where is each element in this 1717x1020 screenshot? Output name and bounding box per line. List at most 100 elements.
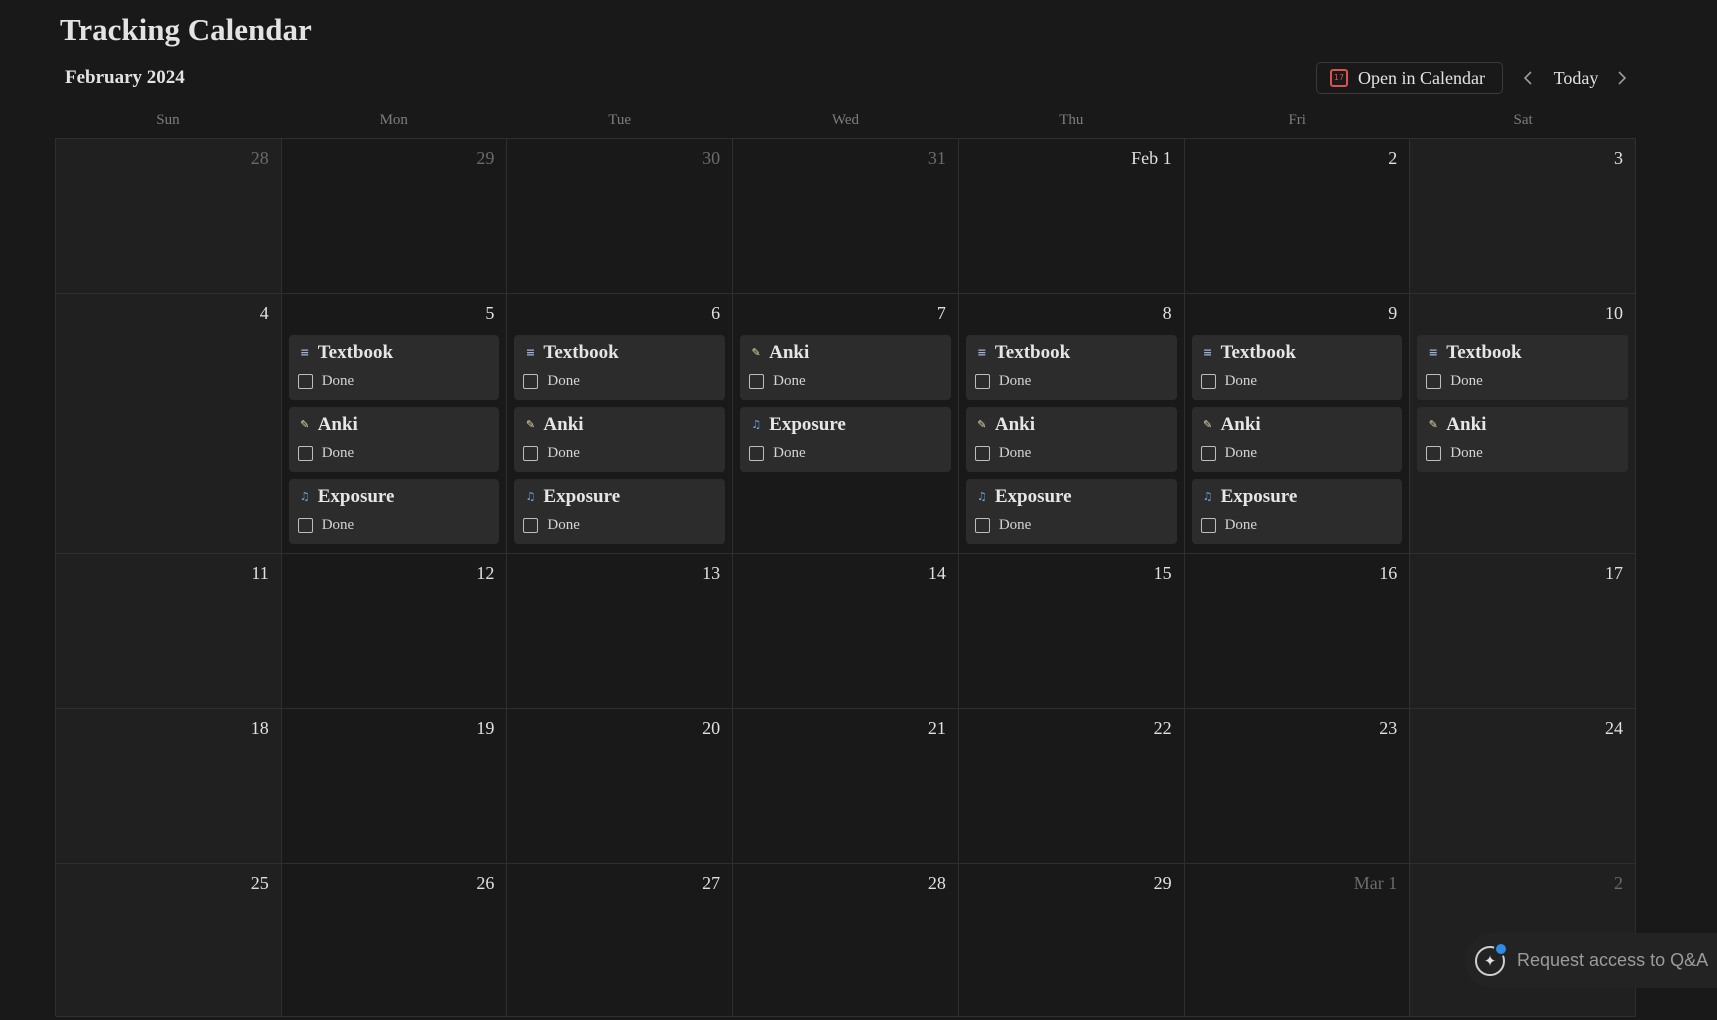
event-card[interactable]: ≡ Textbook Done	[1417, 335, 1628, 400]
weekday-header: Sun Mon Tue Wed Thu Fri Sat	[55, 108, 1636, 132]
event-card[interactable]: ✎ Anki Done	[965, 407, 1177, 472]
done-checkbox[interactable]	[1426, 373, 1442, 389]
day-number: 24	[1604, 718, 1623, 738]
day-cell[interactable]: 8 ≡ Textbook Done ✎ Anki Done ♫ Exposure Done	[958, 294, 1185, 554]
done-checkbox[interactable]	[1200, 373, 1216, 389]
day-cell[interactable]: 12	[281, 554, 508, 709]
event-list: ✎ Anki Done ♫ Exposure Done	[740, 335, 951, 472]
books-icon: ≡	[977, 346, 987, 359]
day-number: 9	[1388, 303, 1398, 323]
done-checkbox[interactable]	[523, 517, 539, 533]
done-checkbox[interactable]	[974, 517, 990, 533]
event-card[interactable]: ♫ Exposure Done	[514, 479, 726, 544]
event-card[interactable]: ♫ Exposure Done	[965, 479, 1177, 544]
chevron-left-icon	[1523, 71, 1532, 85]
done-label: Done	[1224, 373, 1258, 389]
done-property: Done	[974, 371, 1168, 391]
done-checkbox[interactable]	[523, 373, 539, 389]
day-cell[interactable]: 21	[733, 709, 959, 864]
day-cell[interactable]: 18	[56, 709, 282, 864]
day-cell[interactable]: 6 ≡ Textbook Done ✎ Anki Done ♫ Exposure Done	[507, 294, 734, 554]
day-cell[interactable]: 23	[1184, 709, 1411, 864]
done-property: Done	[974, 443, 1168, 463]
music-notes-icon: ♫	[976, 490, 987, 503]
done-property: Done	[297, 443, 491, 463]
day-cell[interactable]: 26	[281, 864, 508, 1017]
done-checkbox[interactable]	[297, 517, 313, 533]
done-checkbox[interactable]	[1426, 445, 1442, 461]
done-property: Done	[523, 443, 716, 463]
event-card[interactable]: ≡ Textbook Done	[965, 335, 1177, 400]
done-checkbox[interactable]	[749, 373, 765, 389]
previous-month-button[interactable]	[1517, 66, 1539, 90]
done-label: Done	[773, 445, 806, 461]
day-cell[interactable]: 7 ✎ Anki Done ♫ Exposure Done	[733, 294, 959, 554]
day-cell[interactable]: 29	[281, 139, 508, 294]
event-card[interactable]: ✎ Anki Done	[1417, 407, 1628, 472]
done-checkbox[interactable]	[1200, 445, 1216, 461]
done-checkbox[interactable]	[974, 373, 990, 389]
event-title-row: ✎ Anki	[298, 413, 491, 437]
day-cell[interactable]: 28	[56, 139, 282, 294]
done-property: Done	[523, 515, 716, 535]
memo-icon: ✎	[300, 418, 310, 431]
done-label: Done	[547, 373, 580, 389]
day-cell[interactable]: 2	[1184, 139, 1411, 294]
day-cell[interactable]: 22	[958, 709, 1185, 864]
day-number: 8	[1162, 303, 1172, 323]
day-cell[interactable]: 16	[1184, 554, 1411, 709]
next-month-button[interactable]	[1611, 66, 1633, 90]
day-number: 19	[476, 718, 495, 738]
day-cell[interactable]: 14	[733, 554, 959, 709]
day-cell[interactable]: 25	[56, 864, 282, 1017]
done-label: Done	[1224, 445, 1258, 461]
done-checkbox[interactable]	[297, 445, 313, 461]
day-cell[interactable]: 11	[56, 554, 282, 709]
event-card[interactable]: ✎ Anki Done	[514, 407, 726, 472]
day-cell[interactable]: 29	[958, 864, 1185, 1017]
books-icon: ≡	[300, 346, 310, 359]
day-number: 2	[1388, 148, 1398, 168]
event-title: Textbook	[994, 342, 1071, 363]
day-cell[interactable]: 20	[507, 709, 734, 864]
day-cell[interactable]: 10 ≡ Textbook Done ✎ Anki Done	[1410, 294, 1636, 554]
day-cell[interactable]: Mar 1	[1184, 864, 1411, 1017]
event-card[interactable]: ✎ Anki Done	[1191, 407, 1403, 472]
event-card[interactable]: ✎ Anki Done	[288, 407, 500, 472]
day-number: 28	[250, 148, 269, 168]
event-card[interactable]: ♫ Exposure Done	[740, 407, 951, 472]
today-button[interactable]: Today	[1545, 65, 1607, 91]
day-cell[interactable]: 3	[1410, 139, 1636, 294]
day-cell[interactable]: 31	[733, 139, 959, 294]
page-title: Tracking Calendar	[60, 12, 312, 47]
request-qa-access-button[interactable]: ✦ Request access to Q&A	[1465, 933, 1717, 988]
day-cell[interactable]: 9 ≡ Textbook Done ✎ Anki Done ♫ Exposure Done	[1184, 294, 1411, 554]
day-cell[interactable]: 27	[507, 864, 734, 1017]
day-cell[interactable]: 13	[507, 554, 734, 709]
day-cell[interactable]: 19	[281, 709, 508, 864]
open-in-calendar-button[interactable]: 17 Open in Calendar	[1316, 62, 1503, 94]
music-notes-icon: ♫	[751, 418, 762, 431]
event-card[interactable]: ≡ Textbook Done	[514, 335, 726, 400]
event-card[interactable]: ≡ Textbook Done	[288, 335, 500, 400]
day-cell[interactable]: 5 ≡ Textbook Done ✎ Anki Done ♫ Exposure Done	[281, 294, 508, 554]
day-cell[interactable]: 17	[1410, 554, 1636, 709]
event-card[interactable]: ≡ Textbook Done	[1191, 335, 1403, 400]
day-cell[interactable]: Feb 1	[958, 139, 1185, 294]
event-list: ≡ Textbook Done ✎ Anki Done ♫ Exposure Done	[1191, 335, 1403, 544]
event-title-row: ♫ Exposure	[1201, 485, 1394, 509]
done-checkbox[interactable]	[297, 373, 313, 389]
done-checkbox[interactable]	[974, 445, 990, 461]
day-cell[interactable]: 24	[1410, 709, 1636, 864]
done-checkbox[interactable]	[1200, 517, 1216, 533]
done-checkbox[interactable]	[749, 445, 765, 461]
done-checkbox[interactable]	[523, 445, 539, 461]
event-card[interactable]: ♫ Exposure Done	[288, 479, 500, 544]
event-card[interactable]: ✎ Anki Done	[740, 335, 951, 400]
day-cell[interactable]: 15	[958, 554, 1185, 709]
day-cell[interactable]: 28	[733, 864, 959, 1017]
day-cell[interactable]: 30	[507, 139, 734, 294]
event-card[interactable]: ♫ Exposure Done	[1191, 479, 1403, 544]
notification-dot	[1494, 941, 1508, 956]
day-cell[interactable]: 4	[56, 294, 282, 554]
